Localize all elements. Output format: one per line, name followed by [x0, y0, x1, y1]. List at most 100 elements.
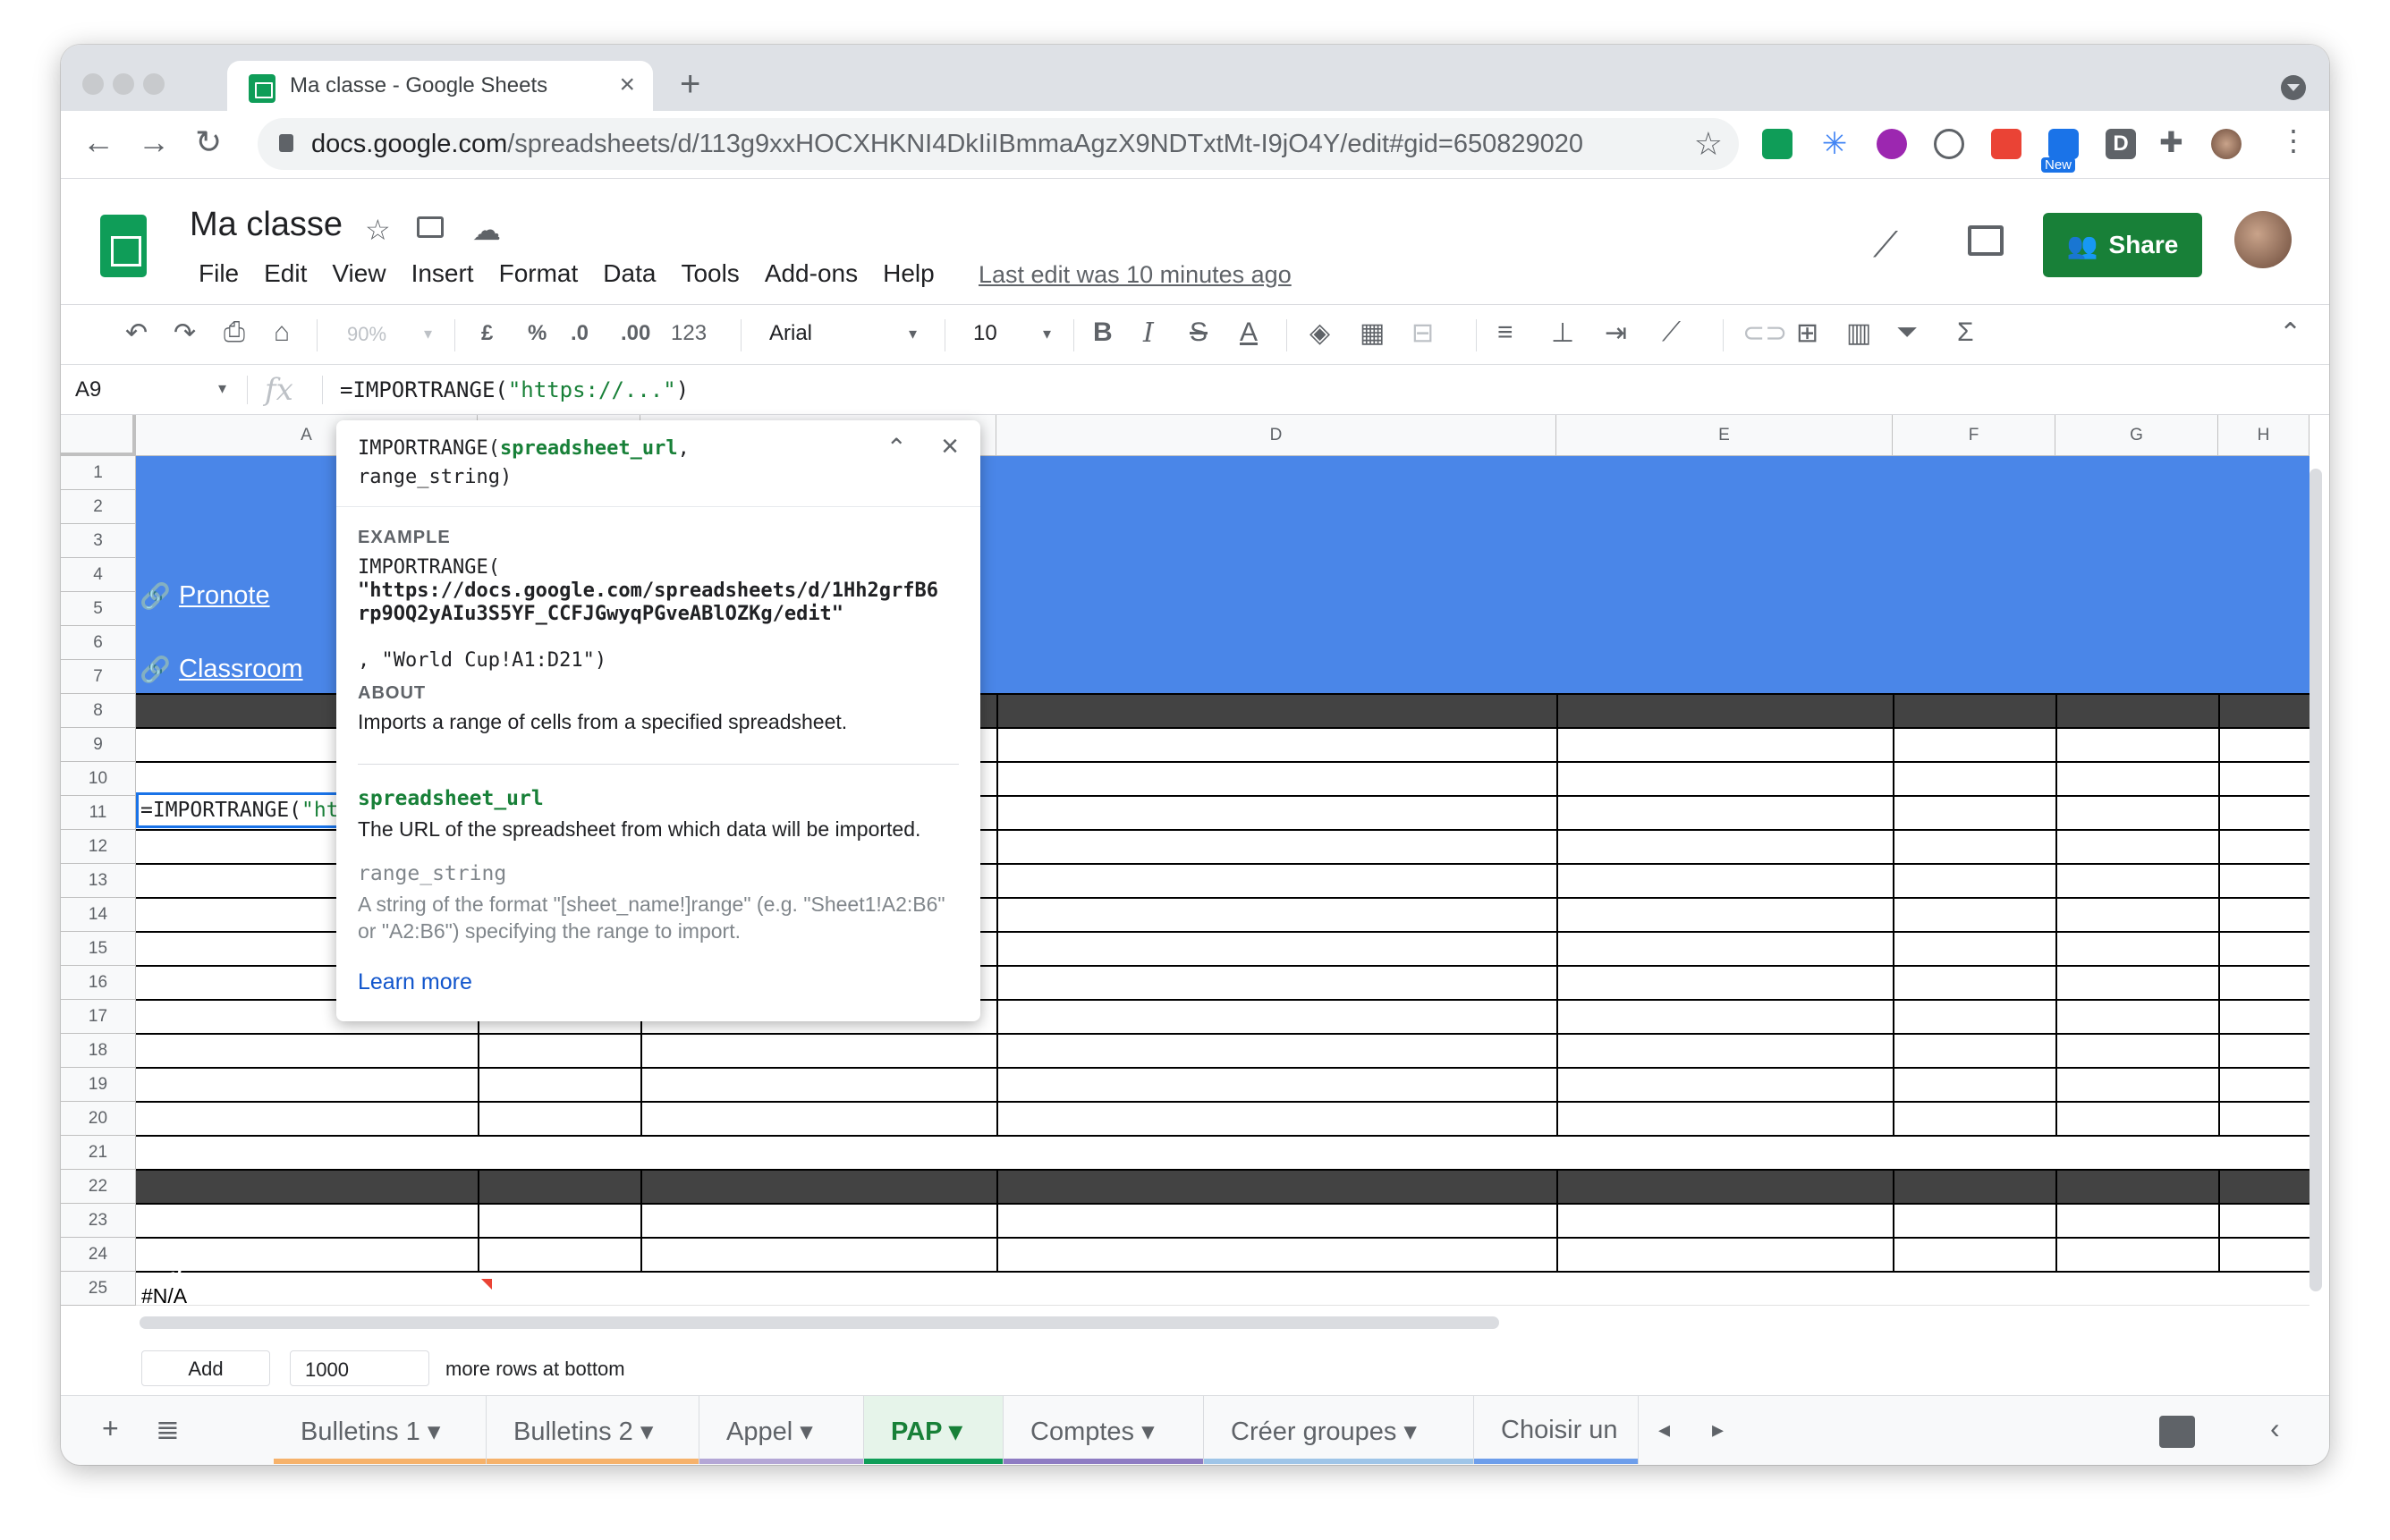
zoom-select[interactable]: 90%: [347, 323, 386, 346]
classroom-link[interactable]: Classroom: [179, 655, 303, 684]
star-icon[interactable]: ☆: [365, 213, 391, 247]
row-header-10[interactable]: 10: [61, 762, 136, 796]
row-header-19[interactable]: 19: [61, 1068, 136, 1102]
insert-link-icon[interactable]: ⊂⊃: [1742, 317, 1787, 349]
new-tab-button[interactable]: +: [680, 64, 700, 105]
add-sheet-icon[interactable]: +: [102, 1412, 119, 1445]
active-cell-a9[interactable]: =IMPORTRANGE("ht: [136, 792, 343, 828]
row-header-3[interactable]: 3: [61, 524, 136, 558]
merge-cells-icon[interactable]: ⊟: [1411, 317, 1434, 349]
column-header-e[interactable]: E: [1556, 415, 1893, 456]
all-sheets-icon[interactable]: ≣: [156, 1412, 180, 1446]
text-rotation-icon[interactable]: ⟋: [1662, 317, 1681, 348]
cell-a23[interactable]: #N/A: [141, 1284, 187, 1308]
row-header-5[interactable]: 5: [61, 592, 136, 626]
row-header-15[interactable]: 15: [61, 932, 136, 966]
row-header-16[interactable]: 16: [61, 966, 136, 1000]
insert-chart-icon[interactable]: ▥: [1846, 317, 1871, 349]
sheet-tab-bulletins-2[interactable]: Bulletins 2 ▾: [487, 1396, 699, 1464]
profile-avatar[interactable]: [2211, 129, 2242, 159]
menu-format[interactable]: Format: [487, 259, 591, 288]
share-button[interactable]: 👥 Share: [2043, 213, 2202, 277]
row-header-20[interactable]: 20: [61, 1102, 136, 1136]
side-panel-toggle-icon[interactable]: ‹: [2270, 1412, 2280, 1445]
menu-data[interactable]: Data: [590, 259, 668, 288]
minimize-window-button[interactable]: [113, 73, 134, 95]
forward-arrow-icon[interactable]: →: [138, 123, 170, 161]
column-header-g[interactable]: G: [2055, 415, 2218, 456]
menu-addons[interactable]: Add-ons: [752, 259, 870, 288]
move-folder-icon[interactable]: [417, 216, 444, 238]
filter-icon[interactable]: ⏷: [1896, 317, 1918, 348]
print-icon[interactable]: ⎙: [224, 317, 245, 348]
add-rows-count-input[interactable]: 1000: [290, 1350, 429, 1386]
back-arrow-icon[interactable]: ←: [82, 123, 114, 161]
column-header-h[interactable]: H: [2218, 415, 2309, 456]
scroll-tabs-right-icon[interactable]: ▸: [1712, 1416, 1724, 1443]
horizontal-scrollbar[interactable]: [140, 1316, 1499, 1329]
menu-view[interactable]: View: [319, 259, 398, 288]
menu-file[interactable]: File: [186, 259, 251, 288]
row-header-21[interactable]: 21: [61, 1136, 136, 1170]
menu-edit[interactable]: Edit: [251, 259, 319, 288]
menu-insert[interactable]: Insert: [399, 259, 487, 288]
row-header-22[interactable]: 22: [61, 1170, 136, 1204]
zoom-chevron-icon[interactable]: ▾: [424, 325, 432, 343]
more-formats-button[interactable]: 123: [671, 321, 707, 346]
last-edit-link[interactable]: Last edit was 10 minutes ago: [979, 261, 1292, 289]
sheets-logo-icon[interactable]: [100, 215, 147, 277]
sheet-tab-appel[interactable]: Appel ▾: [699, 1396, 864, 1464]
row-header-9[interactable]: 9: [61, 728, 136, 762]
collapse-help-icon[interactable]: ⌃: [886, 433, 907, 462]
select-all-corner[interactable]: [61, 415, 136, 456]
row-header-14[interactable]: 14: [61, 898, 136, 932]
fill-color-icon[interactable]: ◈: [1309, 317, 1330, 349]
omnibox[interactable]: docs.google.com/spreadsheets/d/113g9xxHO…: [258, 118, 1739, 170]
row-header-23[interactable]: 23: [61, 1204, 136, 1238]
purple-extension-icon[interactable]: [1877, 129, 1907, 159]
sparkle-extension-icon[interactable]: ✳: [1819, 129, 1850, 159]
menu-help[interactable]: Help: [870, 259, 947, 288]
chart-extension-icon[interactable]: [1991, 129, 2021, 159]
close-help-icon[interactable]: ×: [941, 429, 959, 464]
vertical-align-icon[interactable]: ⊥: [1551, 317, 1574, 349]
sheet-tab-bulletins-1[interactable]: Bulletins 1 ▾: [274, 1396, 487, 1464]
redo-icon[interactable]: ↷: [174, 317, 196, 349]
row-header-12[interactable]: 12: [61, 830, 136, 864]
row-header-6[interactable]: 6: [61, 626, 136, 660]
percent-format-button[interactable]: %: [528, 321, 547, 346]
add-rows-button[interactable]: Add: [141, 1350, 270, 1386]
pronote-link[interactable]: Pronote: [179, 581, 270, 611]
row-header-1[interactable]: 1: [61, 456, 136, 490]
sheet-tab-pap[interactable]: PAP ▾: [864, 1396, 1004, 1464]
currency-format-button[interactable]: £: [481, 321, 493, 346]
column-header-d[interactable]: D: [996, 415, 1556, 456]
classroom-extension-icon[interactable]: [1762, 129, 1792, 159]
font-chevron-icon[interactable]: ▾: [909, 325, 917, 343]
cloud-extension-icon[interactable]: [1934, 129, 1964, 159]
text-wrapping-icon[interactable]: ⇥: [1605, 317, 1627, 349]
paint-format-icon[interactable]: ⌂: [274, 317, 290, 348]
row-header-2[interactable]: 2: [61, 490, 136, 524]
formula-input[interactable]: =IMPORTRANGE("https://..."): [340, 377, 689, 402]
explore-icon[interactable]: [2159, 1416, 2195, 1448]
row-header-17[interactable]: 17: [61, 1000, 136, 1034]
horizontal-align-icon[interactable]: ≡: [1497, 317, 1513, 348]
document-title[interactable]: Ma classe: [190, 206, 343, 244]
font-size-select[interactable]: 10: [973, 321, 997, 346]
increase-decimal-button[interactable]: .00: [621, 321, 650, 346]
kebab-menu-icon[interactable]: ⋮: [2279, 123, 2308, 157]
vertical-scrollbar[interactable]: [2309, 469, 2322, 1291]
decrease-decimal-button[interactable]: .0: [571, 321, 589, 346]
browser-tab[interactable]: Ma classe - Google Sheets ×: [227, 61, 653, 111]
url-text[interactable]: docs.google.com/spreadsheets/d/113g9xxHO…: [311, 130, 1583, 159]
puzzle-extensions-icon[interactable]: ✚: [2159, 125, 2183, 159]
name-box[interactable]: A9: [75, 377, 101, 402]
close-window-button[interactable]: [82, 73, 104, 95]
sheet-tab-comptes[interactable]: Comptes ▾: [1004, 1396, 1204, 1464]
collapse-toolbar-icon[interactable]: ⌃: [2279, 317, 2301, 349]
zoom-window-button[interactable]: [143, 73, 165, 95]
font-select[interactable]: Arial: [769, 321, 812, 346]
bold-icon[interactable]: B: [1093, 317, 1113, 348]
row-header-13[interactable]: 13: [61, 864, 136, 898]
